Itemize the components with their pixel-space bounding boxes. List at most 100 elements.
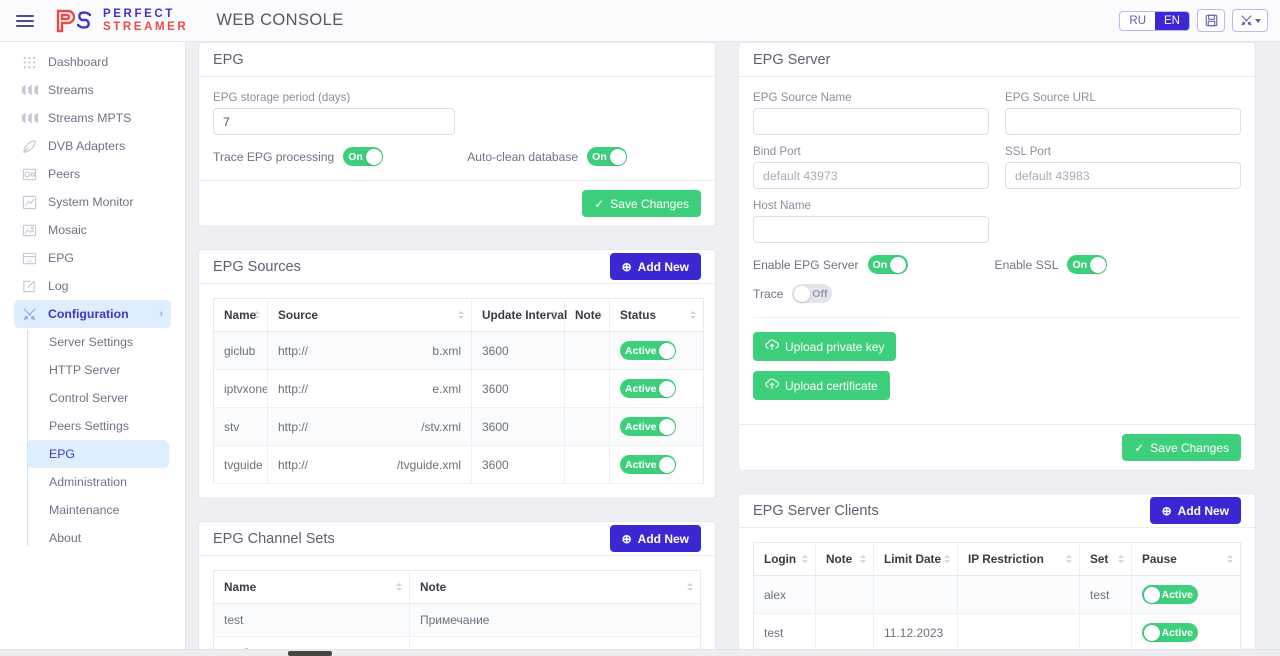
sidebar-item-administration[interactable]: Administration	[27, 468, 169, 496]
sidebar-item-configuration[interactable]: Configuration ›	[14, 300, 171, 328]
column-header-update-interval[interactable]: Update Interval	[471, 298, 567, 332]
sidebar-item-http-server[interactable]: HTTP Server	[27, 356, 169, 384]
sidebar-item-dashboard[interactable]: Dashboard	[14, 48, 171, 76]
ssl-port-input[interactable]	[1005, 162, 1241, 189]
column-header-source[interactable]: Source	[267, 298, 472, 332]
column-header-name[interactable]: Name	[213, 570, 410, 604]
save-changes-button-epg[interactable]: ✓ Save Changes	[582, 190, 701, 217]
trace-epg-toggle[interactable]: On	[343, 147, 384, 166]
sidebar-item-streams-mpts[interactable]: Streams MPTS	[14, 104, 171, 132]
sort-icon[interactable]	[860, 555, 866, 563]
scrollbar-thumb[interactable]	[288, 651, 332, 656]
sort-icon[interactable]	[254, 311, 260, 319]
upload-certificate-button[interactable]: Upload certificate	[753, 371, 890, 400]
table-row[interactable]: stv http:// /stv.xml 3600 Active	[213, 407, 704, 446]
add-new-button-channel-sets[interactable]: ⊕ Add New	[609, 525, 701, 552]
column-header-login[interactable]: Login	[753, 542, 816, 576]
table-row[interactable]: iptvxone http:// e.xml 3600 Active	[213, 369, 704, 408]
sort-icon[interactable]	[551, 311, 557, 319]
cell-note	[815, 613, 874, 649]
sidebar-item-maintenance[interactable]: Maintenance	[27, 496, 169, 524]
enable-epg-server-toggle[interactable]: On	[867, 255, 908, 274]
sidebar-item-peers[interactable]: Peers	[14, 160, 171, 188]
sidebar-item-epg[interactable]: 18 EPG	[14, 244, 171, 272]
bind-port-input[interactable]	[753, 162, 989, 189]
column-label: Note	[420, 580, 447, 594]
add-new-button-clients[interactable]: ⊕ Add New	[1149, 497, 1241, 524]
cell-name: tvguide	[213, 445, 268, 484]
column-header-pause[interactable]: Pause	[1131, 542, 1241, 576]
sort-icon[interactable]	[1066, 555, 1072, 563]
source-url-label: EPG Source URL	[1005, 91, 1096, 104]
save-changes-button-epg-server[interactable]: ✓ Save Changes	[1122, 434, 1241, 461]
column-header-set[interactable]: Set	[1079, 542, 1132, 576]
table-row[interactable]: giclub http:// b.xml 3600 Active	[213, 331, 704, 370]
column-header-ip-restriction[interactable]: IP Restriction	[957, 542, 1080, 576]
sidebar-item-epg-config[interactable]: EPG	[27, 440, 169, 468]
sort-icon[interactable]	[1118, 555, 1124, 563]
column-header-note[interactable]: Note	[409, 570, 701, 604]
sort-icon[interactable]	[690, 311, 696, 319]
epg-card-footer: ✓ Save Changes	[199, 180, 715, 226]
epg-storage-input[interactable]	[213, 108, 455, 135]
sidebar: Dashboard Streams Streams MPTS DVB Adapt…	[0, 42, 186, 656]
column-header-note[interactable]: Note	[564, 298, 610, 332]
sort-icon[interactable]	[396, 583, 402, 591]
sidebar-item-server-settings[interactable]: Server Settings	[27, 328, 169, 356]
status-toggle[interactable]: Active	[620, 379, 676, 398]
epg-source-url-input[interactable]	[1005, 108, 1241, 135]
floppy-disk-icon[interactable]	[1197, 9, 1225, 32]
trace-toggle[interactable]: Off	[792, 284, 833, 303]
sort-icon[interactable]	[1227, 555, 1233, 563]
status-toggle[interactable]: Active	[620, 341, 676, 360]
lang-button-en[interactable]: EN	[1155, 11, 1189, 30]
sidebar-item-peers-settings[interactable]: Peers Settings	[27, 412, 169, 440]
table-row[interactable]: test 11.12.2023 Active	[753, 613, 1241, 649]
sort-icon[interactable]	[458, 311, 464, 319]
column-header-status[interactable]: Status	[609, 298, 704, 332]
column-label: Login	[764, 552, 797, 566]
sort-icon[interactable]	[596, 311, 602, 319]
trace-epg-label: Trace EPG processing	[213, 149, 335, 164]
status-toggle[interactable]: Active	[620, 455, 676, 474]
sidebar-item-streams[interactable]: Streams	[14, 76, 171, 104]
upload-private-key-button[interactable]: Upload private key	[753, 332, 897, 361]
cell-login: test	[753, 613, 816, 649]
cell-source: http:// /tvguide.xml	[267, 445, 472, 484]
table-row[interactable]: test2	[213, 636, 701, 649]
sidebar-item-control-server[interactable]: Control Server	[27, 384, 169, 412]
sidebar-item-about[interactable]: About	[27, 524, 169, 552]
tools-icon	[22, 307, 48, 322]
hamburger-icon[interactable]	[0, 14, 46, 27]
autoclean-toggle[interactable]: On	[587, 147, 628, 166]
column-header-name[interactable]: Name	[213, 298, 268, 332]
sort-icon[interactable]	[944, 555, 950, 563]
language-switcher[interactable]: RU EN	[1119, 10, 1190, 31]
table-row[interactable]: test Примечание	[213, 603, 701, 637]
column-header-note[interactable]: Note	[815, 542, 874, 576]
tools-icon[interactable]	[1232, 9, 1268, 32]
add-new-button-sources[interactable]: ⊕ Add New	[609, 253, 701, 280]
sidebar-item-dvb-adapters[interactable]: DVB Adapters	[14, 132, 171, 160]
sort-icon[interactable]	[687, 583, 693, 591]
epg-source-name-input[interactable]	[753, 108, 989, 135]
pause-toggle[interactable]: Active	[1142, 623, 1198, 642]
status-toggle[interactable]: Active	[620, 417, 676, 436]
right-column: EPG Server EPG Source Name EPG Source UR…	[738, 42, 1256, 649]
sort-icon[interactable]	[802, 555, 808, 563]
sidebar-item-log[interactable]: Log	[14, 272, 171, 300]
table-row[interactable]: tvguide http:// /tvguide.xml 3600 Active	[213, 445, 704, 484]
horizontal-scrollbar[interactable]	[0, 649, 1280, 656]
app-logo[interactable]: PERFECT STREAMER	[54, 8, 188, 33]
pause-toggle[interactable]: Active	[1142, 585, 1198, 604]
lang-button-ru[interactable]: RU	[1120, 11, 1156, 30]
save-label: Save Changes	[610, 196, 689, 211]
sidebar-item-mosaic[interactable]: Mosaic	[14, 216, 171, 244]
enable-ssl-toggle[interactable]: On	[1067, 255, 1108, 274]
column-label: Note	[826, 552, 853, 566]
epg-sources-body: Name Source Update Interval Note Status …	[199, 284, 715, 498]
sidebar-item-system-monitor[interactable]: System Monitor	[14, 188, 171, 216]
host-name-input[interactable]	[753, 216, 989, 243]
table-row[interactable]: alex test Active	[753, 575, 1241, 614]
column-header-limit-date[interactable]: Limit Date	[873, 542, 958, 576]
